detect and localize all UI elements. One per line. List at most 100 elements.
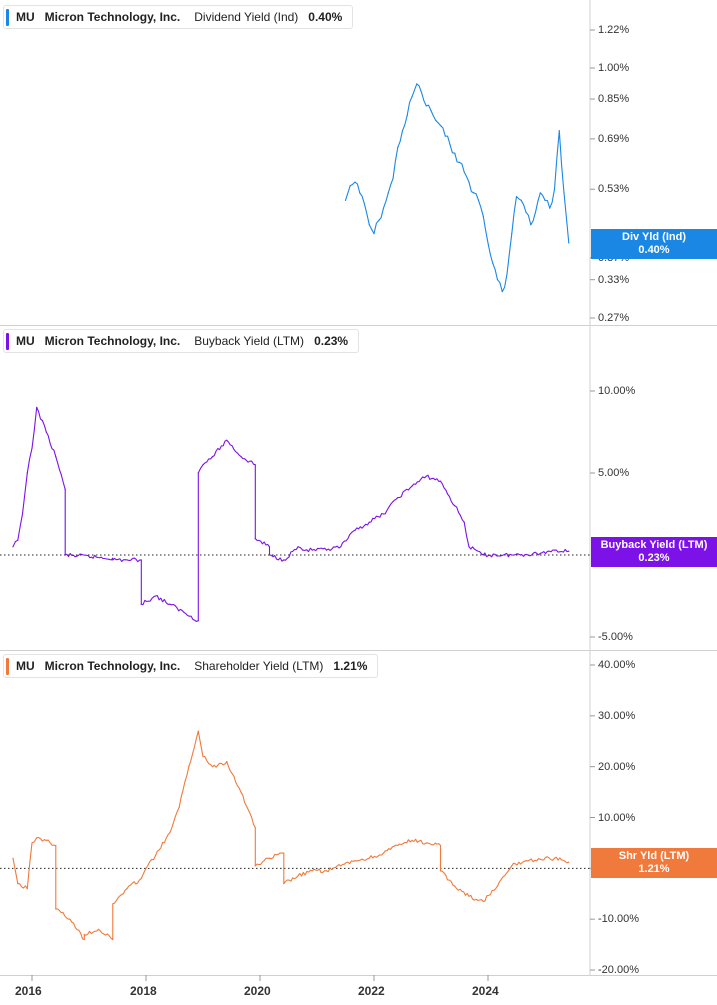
- data-point: [511, 865, 513, 867]
- data-point: [525, 860, 527, 862]
- y-axis-tick-label: 0.27%: [598, 312, 630, 324]
- legend-metric: Shareholder Yield (LTM): [194, 659, 324, 673]
- x-axis-label-2020: 2020: [244, 984, 271, 998]
- series-line: [344, 83, 570, 293]
- data-point: [439, 844, 442, 847]
- data-point: [397, 844, 399, 847]
- data-point: [401, 130, 404, 132]
- data-point: [283, 882, 285, 885]
- data-point: [435, 119, 437, 122]
- data-point: [302, 549, 304, 551]
- data-point: [226, 439, 228, 441]
- data-point: [55, 456, 57, 458]
- data-point: [202, 464, 204, 466]
- data-point: [411, 839, 413, 841]
- data-point: [378, 219, 380, 222]
- legend-ticker: MU: [16, 659, 35, 673]
- data-point: [26, 888, 28, 890]
- data-point: [311, 549, 313, 551]
- y-axis-tick-label: 20.00%: [598, 760, 636, 773]
- data-point: [406, 114, 408, 117]
- chart-frame: [0, 0, 717, 981]
- x-axis-label-2024: 2024: [472, 984, 499, 998]
- data-point: [140, 559, 142, 561]
- data-point: [530, 224, 532, 226]
- data-point: [140, 877, 142, 880]
- data-point: [112, 557, 114, 559]
- data-point: [534, 211, 537, 213]
- series-color-swatch: [6, 9, 9, 26]
- data-point: [382, 852, 385, 854]
- data-point: [549, 207, 551, 209]
- legend-value: 1.21%: [333, 659, 368, 673]
- data-point: [482, 215, 484, 217]
- data-point: [368, 521, 370, 523]
- data-point: [83, 938, 85, 941]
- data-point: [69, 918, 71, 920]
- data-point: [126, 888, 128, 890]
- data-point: [226, 760, 228, 763]
- legend-buyback-yield[interactable]: MU Micron Technology, Inc. Buyback Yield…: [3, 329, 360, 353]
- data-point: [97, 928, 100, 930]
- legend-value: 0.23%: [314, 334, 349, 348]
- current-value-tag-buyback: Buyback Yield (LTM) 0.23%: [591, 537, 717, 567]
- data-point: [297, 546, 299, 548]
- legend-company: Micron Technology, Inc.: [44, 10, 181, 24]
- data-point: [425, 105, 427, 107]
- x-axis-label-2018: 2018: [130, 984, 157, 998]
- data-point: [344, 199, 347, 201]
- data-point: [439, 124, 442, 127]
- legend-company: Micron Technology, Inc.: [44, 334, 181, 348]
- buyback-yield-plot: [0, 390, 595, 638]
- tag-value: 0.23%: [638, 552, 670, 564]
- data-point: [154, 595, 157, 597]
- series-line: [12, 406, 569, 623]
- data-point: [444, 135, 446, 137]
- data-point: [112, 938, 114, 941]
- data-point: [45, 839, 47, 841]
- data-point: [17, 882, 19, 885]
- data-point: [506, 273, 508, 275]
- data-point: [458, 161, 461, 163]
- data-point: [140, 603, 142, 605]
- data-point: [178, 806, 180, 808]
- y-axis-tick-label: -10.00%: [598, 913, 639, 926]
- y-axis-tick-label: 5.00%: [598, 467, 630, 479]
- y-axis-tick-label: -20.00%: [598, 964, 639, 976]
- data-point: [325, 549, 328, 551]
- y-axis-tick-label: 30.00%: [598, 709, 636, 722]
- data-point: [496, 885, 499, 887]
- data-point: [468, 546, 470, 548]
- data-point: [197, 472, 199, 474]
- data-point: [64, 554, 66, 556]
- data-point: [539, 552, 541, 554]
- data-point: [439, 480, 442, 482]
- data-point: [482, 554, 484, 556]
- data-point: [17, 539, 19, 541]
- x-axis-label-2022: 2022: [358, 984, 385, 998]
- data-point: [254, 827, 256, 829]
- data-point: [454, 505, 456, 507]
- series-color-swatch: [6, 333, 9, 350]
- data-point: [268, 546, 271, 548]
- legend-shareholder-yield[interactable]: MU Micron Technology, Inc. Shareholder Y…: [3, 654, 379, 678]
- data-point: [36, 406, 38, 408]
- data-point: [45, 431, 47, 433]
- data-point: [368, 224, 370, 226]
- data-point: [211, 456, 214, 458]
- data-point: [382, 513, 385, 515]
- series-line: [12, 730, 569, 941]
- legend-dividend-yield[interactable]: MU Micron Technology, Inc. Dividend Yiel…: [3, 5, 354, 29]
- data-point: [354, 860, 356, 862]
- y-axis-tick-label: 1.00%: [598, 62, 630, 74]
- chart-root: MU Micron Technology, Inc. Dividend Yiel…: [0, 0, 717, 1005]
- current-value-tag-shareholder: Shr Yld (LTM) 1.21%: [591, 848, 717, 878]
- data-point: [154, 855, 157, 857]
- data-point: [382, 207, 385, 209]
- data-point: [473, 192, 475, 194]
- data-point: [539, 192, 541, 194]
- y-axis-tick-label: 1.22%: [598, 24, 630, 37]
- data-point: [392, 178, 394, 180]
- data-point: [425, 842, 427, 844]
- data-point: [425, 475, 427, 477]
